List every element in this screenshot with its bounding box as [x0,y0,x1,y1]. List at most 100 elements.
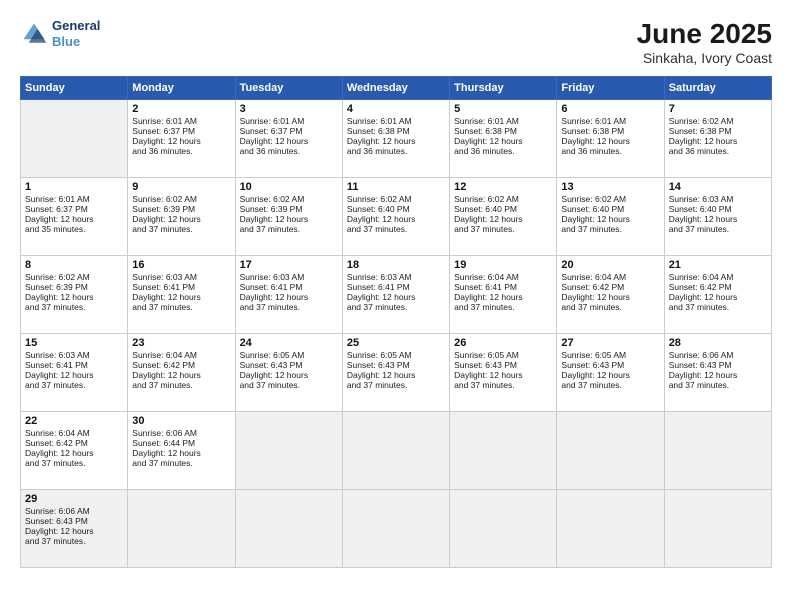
cell-line2: Sunset: 6:39 PM [132,204,195,214]
cell-line2: Sunset: 6:40 PM [347,204,410,214]
calendar-table: SundayMondayTuesdayWednesdayThursdayFrid… [20,76,772,568]
cell-line3: Daylight: 12 hours [669,136,738,146]
cell-line3: Daylight: 12 hours [132,214,201,224]
calendar-cell: 25 Sunrise: 6:05 AM Sunset: 6:43 PM Dayl… [342,334,449,412]
day-number: 4 [347,103,445,115]
cell-line4: and 37 minutes. [454,224,514,234]
cell-line1: Sunrise: 6:02 AM [561,194,626,204]
cell-line4: and 36 minutes. [454,146,514,156]
calendar-week-row: 1 Sunrise: 6:01 AM Sunset: 6:37 PM Dayli… [21,178,772,256]
cell-line1: Sunrise: 6:02 AM [347,194,412,204]
calendar-cell: 19 Sunrise: 6:04 AM Sunset: 6:41 PM Dayl… [450,256,557,334]
day-number: 9 [132,181,230,193]
cell-line2: Sunset: 6:38 PM [669,126,732,136]
day-number: 30 [132,415,230,427]
cell-line4: and 37 minutes. [561,224,621,234]
cell-line1: Sunrise: 6:06 AM [132,428,197,438]
cell-line4: and 37 minutes. [347,224,407,234]
cell-line3: Daylight: 12 hours [454,136,523,146]
cell-line3: Daylight: 12 hours [347,214,416,224]
cell-line2: Sunset: 6:37 PM [132,126,195,136]
cell-line1: Sunrise: 6:04 AM [454,272,519,282]
calendar-week-row: 29 Sunrise: 6:06 AM Sunset: 6:43 PM Dayl… [21,490,772,568]
cell-line4: and 37 minutes. [25,380,85,390]
day-number: 27 [561,337,659,349]
calendar-cell: 20 Sunrise: 6:04 AM Sunset: 6:42 PM Dayl… [557,256,664,334]
day-number: 15 [25,337,123,349]
calendar-cell [664,490,771,568]
calendar-header-thursday: Thursday [450,77,557,100]
cell-line1: Sunrise: 6:03 AM [25,350,90,360]
cell-line1: Sunrise: 6:02 AM [132,194,197,204]
calendar-cell [450,490,557,568]
cell-line1: Sunrise: 6:06 AM [25,506,90,516]
calendar-cell: 30 Sunrise: 6:06 AM Sunset: 6:44 PM Dayl… [128,412,235,490]
cell-line4: and 37 minutes. [454,302,514,312]
day-number: 8 [25,259,123,271]
cell-line3: Daylight: 12 hours [669,292,738,302]
calendar-title: June 2025 [637,18,772,50]
calendar-cell: 5 Sunrise: 6:01 AM Sunset: 6:38 PM Dayli… [450,100,557,178]
cell-line2: Sunset: 6:43 PM [240,360,303,370]
cell-line4: and 37 minutes. [132,224,192,234]
cell-line4: and 37 minutes. [132,380,192,390]
calendar-header-wednesday: Wednesday [342,77,449,100]
day-number: 1 [25,181,123,193]
cell-line2: Sunset: 6:41 PM [347,282,410,292]
cell-line2: Sunset: 6:40 PM [454,204,517,214]
calendar-cell: 27 Sunrise: 6:05 AM Sunset: 6:43 PM Dayl… [557,334,664,412]
day-number: 17 [240,259,338,271]
calendar-cell: 8 Sunrise: 6:02 AM Sunset: 6:39 PM Dayli… [21,256,128,334]
day-number: 10 [240,181,338,193]
calendar-cell: 23 Sunrise: 6:04 AM Sunset: 6:42 PM Dayl… [128,334,235,412]
day-number: 5 [454,103,552,115]
calendar-header-row: SundayMondayTuesdayWednesdayThursdayFrid… [21,77,772,100]
day-number: 24 [240,337,338,349]
cell-line3: Daylight: 12 hours [240,136,309,146]
cell-line1: Sunrise: 6:02 AM [240,194,305,204]
calendar-cell: 28 Sunrise: 6:06 AM Sunset: 6:43 PM Dayl… [664,334,771,412]
cell-line4: and 37 minutes. [669,380,729,390]
cell-line3: Daylight: 12 hours [454,292,523,302]
cell-line4: and 37 minutes. [25,458,85,468]
cell-line2: Sunset: 6:41 PM [240,282,303,292]
cell-line3: Daylight: 12 hours [25,214,94,224]
cell-line1: Sunrise: 6:04 AM [132,350,197,360]
calendar-cell: 17 Sunrise: 6:03 AM Sunset: 6:41 PM Dayl… [235,256,342,334]
cell-line3: Daylight: 12 hours [561,370,630,380]
day-number: 19 [454,259,552,271]
calendar-cell [21,100,128,178]
day-number: 29 [25,493,123,505]
cell-line1: Sunrise: 6:02 AM [25,272,90,282]
cell-line2: Sunset: 6:42 PM [132,360,195,370]
title-block: June 2025 Sinkaha, Ivory Coast [637,18,772,66]
cell-line2: Sunset: 6:42 PM [669,282,732,292]
calendar-cell [128,490,235,568]
cell-line3: Daylight: 12 hours [454,370,523,380]
cell-line2: Sunset: 6:43 PM [454,360,517,370]
calendar-cell: 18 Sunrise: 6:03 AM Sunset: 6:41 PM Dayl… [342,256,449,334]
cell-line2: Sunset: 6:39 PM [240,204,303,214]
cell-line1: Sunrise: 6:03 AM [240,272,305,282]
day-number: 6 [561,103,659,115]
cell-line4: and 36 minutes. [132,146,192,156]
cell-line3: Daylight: 12 hours [561,214,630,224]
header: General Blue June 2025 Sinkaha, Ivory Co… [20,18,772,66]
day-number: 11 [347,181,445,193]
cell-line3: Daylight: 12 hours [132,370,201,380]
calendar-cell: 12 Sunrise: 6:02 AM Sunset: 6:40 PM Dayl… [450,178,557,256]
calendar-cell: 1 Sunrise: 6:01 AM Sunset: 6:37 PM Dayli… [21,178,128,256]
cell-line2: Sunset: 6:40 PM [669,204,732,214]
logo-line2: Blue [52,34,100,50]
calendar-week-row: 15 Sunrise: 6:03 AM Sunset: 6:41 PM Dayl… [21,334,772,412]
calendar-week-row: 8 Sunrise: 6:02 AM Sunset: 6:39 PM Dayli… [21,256,772,334]
cell-line1: Sunrise: 6:05 AM [240,350,305,360]
cell-line1: Sunrise: 6:05 AM [454,350,519,360]
cell-line2: Sunset: 6:40 PM [561,204,624,214]
day-number: 25 [347,337,445,349]
cell-line1: Sunrise: 6:01 AM [240,116,305,126]
day-number: 20 [561,259,659,271]
calendar-week-row: 2 Sunrise: 6:01 AM Sunset: 6:37 PM Dayli… [21,100,772,178]
calendar-cell: 9 Sunrise: 6:02 AM Sunset: 6:39 PM Dayli… [128,178,235,256]
calendar-header-monday: Monday [128,77,235,100]
